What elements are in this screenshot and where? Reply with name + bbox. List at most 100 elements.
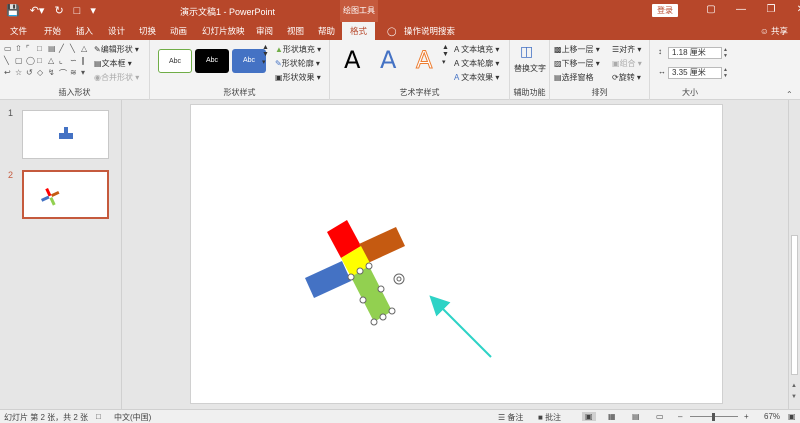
shape-effects-button[interactable]: ▣形状效果 ▾ — [275, 72, 321, 83]
zoom-level[interactable]: 67% — [764, 412, 780, 421]
tab-slideshow[interactable]: 幻灯片放映 — [202, 24, 245, 38]
shape-brace-icon[interactable]: ∥ — [81, 56, 91, 67]
vertical-scrollbar[interactable]: ▲ ▼ — [788, 100, 800, 409]
width-input[interactable]: 3.35 厘米 — [668, 67, 722, 79]
textbox-button[interactable]: ▤文本框 ▾ — [94, 58, 132, 69]
selection-handle-bottom-left[interactable] — [370, 318, 378, 326]
tellme-icon[interactable]: ◯ — [387, 24, 397, 38]
shape-rounded-rect-icon[interactable]: ▢ — [15, 56, 25, 67]
scroll-next-icon[interactable]: ▼ — [791, 394, 797, 400]
wordart-blue[interactable]: A — [380, 46, 396, 74]
style-gallery-scroll[interactable]: ▲ ▼ ▾ — [262, 44, 269, 66]
bring-forward-button[interactable]: ▩上移一层 ▾ — [554, 44, 600, 55]
selection-handle-left[interactable] — [359, 296, 367, 304]
tab-insert[interactable]: 插入 — [76, 24, 93, 38]
language-status[interactable]: 中文(中国) — [114, 412, 151, 423]
shape-square-icon[interactable]: □ — [37, 56, 47, 67]
shape-arrows-icon[interactable]: ↺ — [26, 68, 36, 79]
style-swatch-outline[interactable]: Abc — [158, 49, 192, 73]
shape-oval-icon[interactable]: ◯ — [26, 56, 36, 67]
shape-bent-arrow-icon[interactable]: ↩ — [4, 68, 14, 79]
collapse-ribbon-icon[interactable]: ⌃ — [786, 90, 793, 99]
slide-canvas[interactable] — [190, 104, 723, 404]
wordart-black[interactable]: A — [344, 46, 360, 74]
tellme-search[interactable]: 操作说明搜索 — [404, 24, 455, 38]
tab-help[interactable]: 帮助 — [318, 24, 335, 38]
fit-slide-icon[interactable]: ▣ — [788, 412, 796, 421]
zoom-slider-thumb[interactable] — [712, 413, 715, 421]
alt-text-icon[interactable]: ◫ — [520, 43, 533, 60]
edit-shape-button[interactable]: ✎编辑形状 ▾ — [94, 44, 139, 55]
selection-pane-button[interactable]: ▤选择窗格 — [554, 72, 594, 83]
selection-handle-bottom-right[interactable] — [388, 307, 396, 315]
slideshow-view-icon[interactable]: ▭ — [656, 412, 664, 421]
shape-star-icon[interactable]: ☆ — [15, 68, 25, 79]
customize-qat-icon[interactable]: ▾ — [90, 3, 96, 19]
align-button[interactable]: ☰对齐 ▾ — [612, 44, 641, 55]
text-effects-button[interactable]: A 文本效果 ▾ — [454, 72, 499, 83]
shape-corner2-icon[interactable]: ⌞ — [59, 56, 69, 67]
text-fill-button[interactable]: A 文本填充 ▾ — [454, 44, 499, 55]
selection-handle-top-right[interactable] — [365, 262, 373, 270]
tab-animations[interactable]: 动画 — [170, 24, 187, 38]
shape-corner-icon[interactable]: ⌜ — [26, 44, 36, 55]
selection-handle-right[interactable] — [377, 285, 385, 293]
pinwheel-green-blade[interactable] — [351, 266, 392, 322]
text-outline-button[interactable]: A 文本轮廓 ▾ — [454, 58, 499, 69]
shape-outline-button[interactable]: ✎形状轮廓 ▾ — [275, 58, 320, 69]
selection-handle-top-left[interactable] — [347, 273, 355, 281]
shape-cross-icon[interactable]: ╱ — [59, 44, 69, 55]
spellcheck-icon[interactable]: □ — [96, 412, 101, 421]
merge-shapes-button[interactable]: ◉合并形状 ▾ — [94, 72, 139, 83]
tab-review[interactable]: 审阅 — [256, 24, 273, 38]
shape-curve-icon[interactable]: ∽ — [70, 56, 80, 67]
login-button[interactable]: 登录 — [652, 4, 678, 17]
shape-more-icon[interactable]: ▾ — [81, 68, 91, 79]
present-icon[interactable]: □ — [74, 3, 81, 19]
shape-line-icon[interactable]: ╲ — [70, 44, 80, 55]
width-spinner[interactable]: ▲ ▼ — [723, 67, 729, 79]
close-icon[interactable]: ✕ — [786, 2, 800, 18]
send-backward-button[interactable]: ▨下移一层 ▾ — [554, 58, 600, 69]
shape-arrow-icon[interactable]: ⇧ — [15, 44, 25, 55]
normal-view-icon[interactable]: ▣ — [582, 412, 596, 421]
share-button[interactable]: ☺ 共享 — [760, 25, 788, 37]
save-icon[interactable]: 💾 — [6, 3, 20, 19]
zoom-in-icon[interactable]: + — [744, 412, 749, 421]
undo-icon[interactable]: ↶▾ — [30, 3, 45, 19]
scrollbar-thumb[interactable] — [791, 235, 798, 375]
redo-icon[interactable]: ↻ — [54, 3, 63, 19]
tab-format[interactable]: 格式 — [342, 22, 376, 40]
shape-diag-icon[interactable]: ╲ — [4, 56, 14, 67]
slide-sorter-icon[interactable]: ▦ — [608, 412, 616, 421]
rotate-handle-icon[interactable] — [393, 273, 405, 285]
ribbon-display-icon[interactable]: ▢ — [696, 2, 726, 18]
height-spinner[interactable]: ▲ ▼ — [723, 47, 729, 59]
wordart-orange-outline[interactable]: A — [415, 46, 432, 75]
tab-view[interactable]: 视图 — [287, 24, 304, 38]
restore-icon[interactable]: ❐ — [756, 2, 786, 18]
style-swatch-blue[interactable]: Abc — [232, 49, 266, 73]
shape-rect-icon[interactable]: ▭ — [4, 44, 14, 55]
scroll-prev-icon[interactable]: ▲ — [791, 383, 797, 389]
tab-file[interactable]: 文件 — [10, 24, 27, 38]
shapes-gallery[interactable]: ▭ ⇧ ⌜ □ ▤ ╱ ╲ △ ╲ ▢ ◯ □ △ ⌞ ∽ ∥ ↩ ☆ ↺ ◇ … — [4, 44, 87, 80]
shape-brace2-icon[interactable]: ≋ — [70, 68, 80, 79]
tab-home[interactable]: 开始 — [44, 24, 61, 38]
shape-rectangle-icon[interactable]: □ — [37, 44, 47, 55]
shape-tri2-icon[interactable]: △ — [48, 56, 58, 67]
shape-textbox-icon[interactable]: ▤ — [48, 44, 58, 55]
style-swatch-black[interactable]: Abc — [195, 49, 229, 73]
wordart-gallery-scroll[interactable]: ▲ ▼ ▾ — [442, 44, 449, 66]
slide1-thumbnail[interactable] — [22, 110, 109, 159]
slide2-thumbnail[interactable] — [22, 170, 109, 219]
alt-text-button[interactable]: 替换文字 — [514, 64, 546, 73]
tab-design[interactable]: 设计 — [108, 24, 125, 38]
reading-view-icon[interactable]: ▤ — [632, 412, 640, 421]
shape-triangle-icon[interactable]: △ — [81, 44, 91, 55]
height-input[interactable]: 1.18 厘米 — [668, 47, 722, 59]
shape-lightning-icon[interactable]: ↯ — [48, 68, 58, 79]
rotate-button[interactable]: ⟳旋转 ▾ — [612, 72, 641, 83]
tab-transitions[interactable]: 切换 — [139, 24, 156, 38]
group-button[interactable]: ▣组合 ▾ — [612, 58, 642, 69]
